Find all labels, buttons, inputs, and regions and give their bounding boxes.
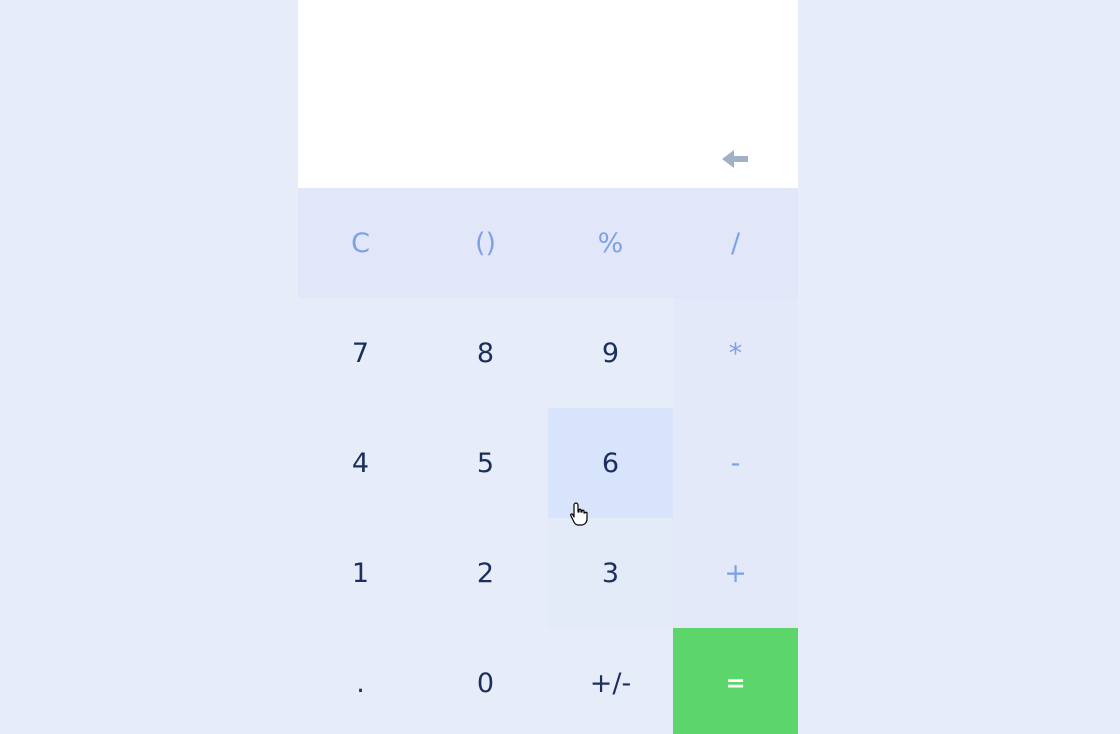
digit-1-button[interactable]: 1 (298, 518, 423, 628)
left-arrow-icon (722, 150, 748, 168)
decimal-button[interactable]: . (298, 628, 423, 734)
clear-button[interactable]: C (298, 188, 423, 298)
parentheses-button[interactable]: () (423, 188, 548, 298)
keypad: C () % / 7 8 9 * 4 5 6 - 1 2 3 + . 0 +/-… (298, 188, 798, 734)
digit-2-button[interactable]: 2 (423, 518, 548, 628)
multiply-button[interactable]: * (673, 298, 798, 408)
digit-4-button[interactable]: 4 (298, 408, 423, 518)
percent-button[interactable]: % (548, 188, 673, 298)
backspace-button[interactable] (722, 148, 750, 170)
subtract-button[interactable]: - (673, 408, 798, 518)
digit-5-button[interactable]: 5 (423, 408, 548, 518)
hand-cursor-icon (570, 502, 588, 526)
divide-button[interactable]: / (673, 188, 798, 298)
digit-3-button[interactable]: 3 (548, 518, 673, 628)
calculator: C () % / 7 8 9 * 4 5 6 - 1 2 3 + . 0 +/-… (298, 0, 798, 734)
digit-0-button[interactable]: 0 (423, 628, 548, 734)
digit-9-button[interactable]: 9 (548, 298, 673, 408)
negate-button[interactable]: +/- (548, 628, 673, 734)
digit-7-button[interactable]: 7 (298, 298, 423, 408)
display-panel (298, 0, 798, 188)
add-button[interactable]: + (673, 518, 798, 628)
equals-button[interactable]: = (673, 628, 798, 734)
digit-6-button[interactable]: 6 (548, 408, 673, 518)
digit-8-button[interactable]: 8 (423, 298, 548, 408)
